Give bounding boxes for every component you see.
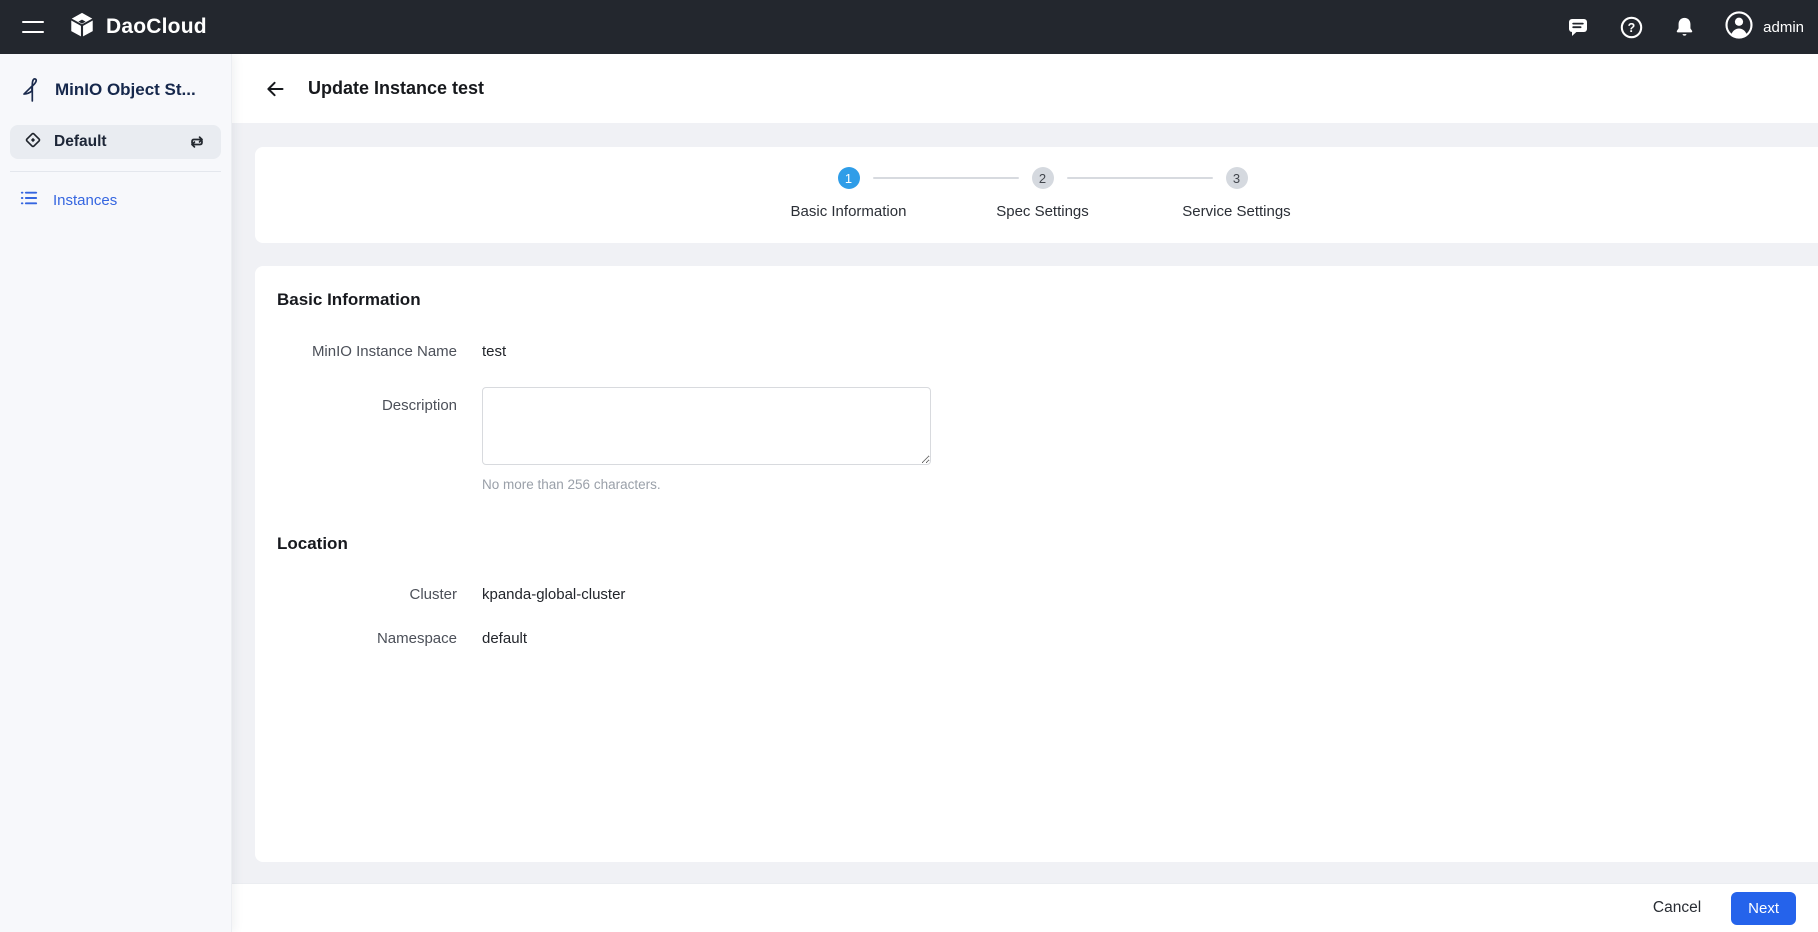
chat-icon[interactable]	[1565, 14, 1591, 40]
help-icon[interactable]: ?	[1618, 14, 1644, 40]
step-number: 1	[837, 167, 860, 189]
user-avatar-icon	[1724, 10, 1754, 45]
user-name: admin	[1763, 18, 1804, 36]
description-input-wrap: No more than 256 characters.	[482, 387, 931, 492]
menu-icon[interactable]	[6, 0, 60, 54]
step-number: 3	[1225, 167, 1248, 189]
step-number: 2	[1031, 167, 1054, 189]
brand-logo[interactable]: DaoCloud	[68, 11, 207, 44]
bell-icon[interactable]	[1671, 14, 1697, 40]
content-area: 1 Basic Information 2 Spec Settings 3 Se…	[232, 123, 1818, 884]
field-instance-name: MinIO Instance Name test	[277, 343, 1818, 360]
minio-bird-icon	[17, 73, 44, 108]
product-header: MinIO Object St...	[0, 61, 231, 119]
sidebar: MinIO Object St... Default Instances	[0, 54, 232, 932]
swap-workspace-icon[interactable]	[185, 130, 209, 154]
step-basic-information[interactable]: 1 Basic Information	[752, 147, 946, 220]
section-title-location: Location	[277, 534, 348, 553]
cluster-label: Cluster	[409, 586, 457, 603]
daocloud-cube-icon	[68, 11, 96, 44]
product-title: MinIO Object St...	[55, 80, 196, 99]
wizard-stepper: 1 Basic Information 2 Spec Settings 3 Se…	[752, 147, 1334, 220]
field-cluster: Cluster kpanda-global-cluster	[277, 586, 1818, 603]
wizard-footer: Cancel Next	[232, 884, 1818, 932]
step-label: Service Settings	[1182, 203, 1291, 220]
page-title: Update Instance test	[308, 78, 485, 98]
description-label: Description	[381, 397, 457, 414]
page-header: Update Instance test	[232, 54, 1818, 123]
form-card: Basic Information MinIO Instance Name te…	[255, 266, 1818, 862]
instances-list-icon	[18, 187, 40, 214]
workspace-label: Default	[54, 133, 107, 150]
workspace-selector[interactable]: Default	[10, 125, 221, 159]
workspace-diamond-icon	[22, 129, 44, 156]
field-namespace: Namespace default	[277, 630, 1818, 647]
topbar-actions: ? admin	[1565, 10, 1818, 45]
user-menu[interactable]: admin	[1724, 10, 1804, 45]
back-arrow-icon[interactable]	[261, 75, 289, 103]
namespace-value: default	[482, 630, 528, 647]
namespace-label: Namespace	[376, 630, 457, 647]
sidebar-divider	[10, 171, 221, 172]
brand-title: DaoCloud	[106, 15, 207, 38]
step-service-settings[interactable]: 3 Service Settings	[1140, 147, 1334, 220]
step-label: Spec Settings	[996, 203, 1089, 220]
step-label: Basic Information	[790, 203, 907, 220]
description-input[interactable]	[482, 387, 931, 465]
cluster-value: kpanda-global-cluster	[482, 586, 626, 603]
stepper-card: 1 Basic Information 2 Spec Settings 3 Se…	[255, 147, 1818, 243]
cancel-button[interactable]: Cancel	[1653, 899, 1701, 917]
app-window: DaoCloud ? admin MinIO Object St... Defa…	[0, 0, 1818, 932]
instance-name-value: test	[482, 343, 507, 360]
next-button[interactable]: Next	[1731, 891, 1796, 925]
topbar: DaoCloud ? admin	[0, 0, 1818, 54]
description-helper-text: No more than 256 characters.	[482, 477, 661, 492]
sidebar-item-label: Instances	[53, 191, 118, 209]
field-description: Description No more than 256 characters.	[277, 387, 1818, 492]
section-title-basic-information: Basic Information	[277, 290, 421, 309]
sidebar-item-instances[interactable]: Instances	[0, 181, 231, 219]
instance-name-label: MinIO Instance Name	[311, 343, 457, 360]
step-connector	[872, 177, 1019, 179]
svg-text:?: ?	[1627, 20, 1635, 34]
step-spec-settings[interactable]: 2 Spec Settings	[946, 147, 1140, 220]
step-connector	[1066, 177, 1213, 179]
